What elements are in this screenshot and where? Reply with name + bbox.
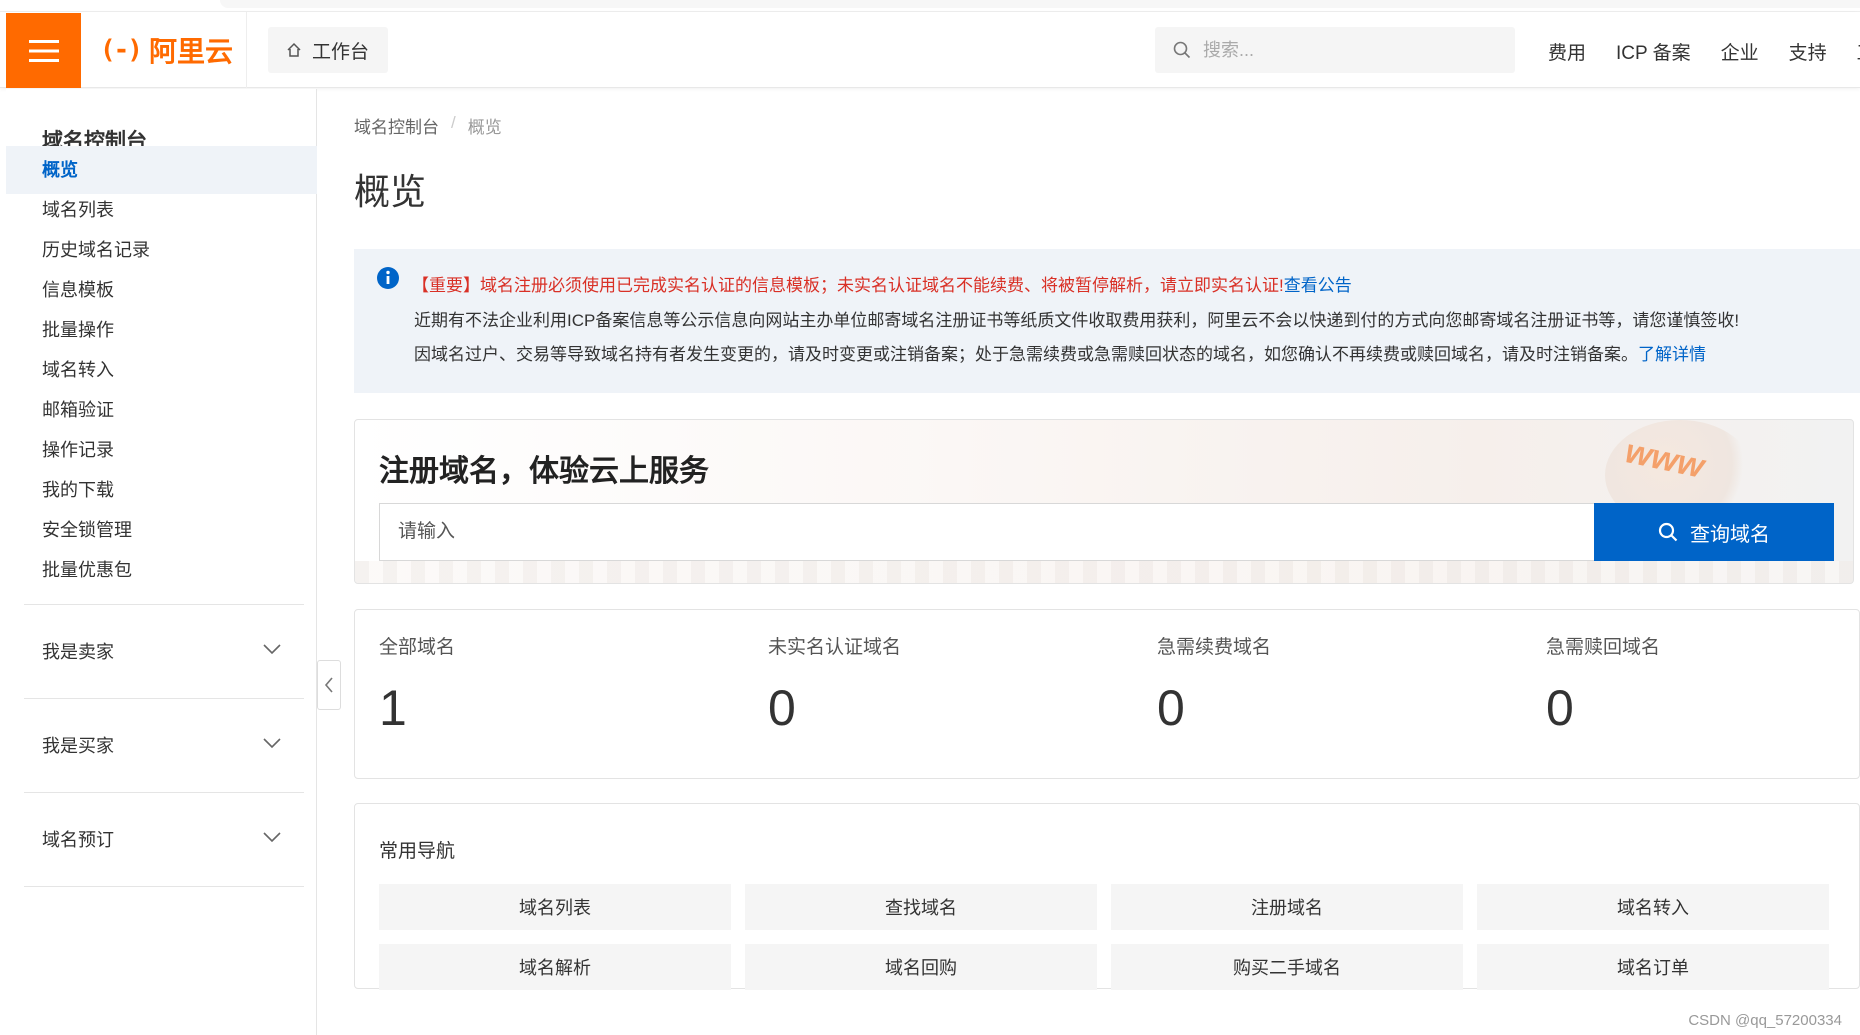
group-label-buyer: 我是买家	[42, 736, 114, 756]
important-notice: 【重要】域名注册必须使用已完成实名认证的信息模板；未实名认证域名不能续费、将被暂…	[354, 249, 1860, 393]
stat-value: 1	[379, 680, 407, 736]
search-input[interactable]	[1203, 39, 1483, 61]
breadcrumb: 域名控制台 / 概览	[354, 113, 502, 138]
group-label-reserve: 域名预订	[42, 830, 114, 850]
stat-unverified-domains[interactable]: 未实名认证域名 0	[768, 632, 1068, 737]
workbench-button[interactable]: 工作台	[268, 27, 388, 73]
query-domain-button[interactable]: 查询域名	[1594, 503, 1834, 561]
register-domain-banner: www 注册域名，体验云上服务 查询域名	[354, 419, 1854, 584]
watermark: CSDN @qq_57200334	[1688, 1012, 1842, 1029]
notice-line-icp: 因域名过户、交易等导致域名持有者发生变更的，请及时变更或注销备案；处于急需续费或…	[414, 340, 1706, 365]
global-search[interactable]	[1155, 27, 1515, 73]
sidebar-group-buyer[interactable]: 我是买家	[6, 715, 317, 775]
sidebar-divider	[24, 886, 304, 887]
top-link-fees[interactable]: 费用	[1548, 38, 1586, 65]
quick-nav-title: 常用导航	[379, 841, 456, 862]
top-header: (-) 阿里云 工作台 费用 ICP 备案 企业 支持 工	[0, 12, 1860, 88]
quick-nav-buy-used-domain[interactable]: 购买二手域名	[1111, 944, 1463, 990]
chevron-down-icon	[263, 832, 281, 843]
group-label-seller: 我是卖家	[42, 642, 114, 662]
top-link-ticket[interactable]: 工	[1857, 38, 1860, 65]
sidebar-divider	[24, 698, 304, 699]
stat-label: 急需续费域名	[1157, 637, 1272, 658]
top-link-enterprise[interactable]: 企业	[1721, 38, 1759, 65]
stat-redemption-urgent-domains[interactable]: 急需赎回域名 0	[1546, 632, 1846, 737]
browser-top-strip	[0, 0, 1860, 12]
breadcrumb-separator: /	[451, 113, 456, 132]
sidebar-collapse-button[interactable]	[317, 660, 341, 710]
main-content: 域名控制台 / 概览 概览 【重要】域名注册必须使用已完成实名认证的信息模板；未…	[354, 89, 1860, 1035]
stat-value: 0	[1157, 680, 1185, 736]
top-link-support[interactable]: 支持	[1789, 38, 1827, 65]
search-icon	[1658, 522, 1678, 542]
stat-value: 0	[1546, 680, 1574, 736]
notice-important-text: 【重要】域名注册必须使用已完成实名认证的信息模板；未实名认证域名不能续费、将被暂…	[412, 276, 1284, 295]
aliyun-logo[interactable]: (-) 阿里云	[100, 32, 233, 68]
quick-nav-find-domain[interactable]: 查找域名	[745, 884, 1097, 930]
sidebar-group-seller[interactable]: 我是卖家	[6, 621, 317, 681]
sidebar-divider	[24, 792, 304, 793]
header-divider	[246, 12, 247, 88]
query-domain-label: 查询域名	[1690, 523, 1770, 546]
sidebar-group-reserve[interactable]: 域名预订	[6, 809, 317, 869]
stat-label: 未实名认证域名	[768, 637, 902, 658]
stat-value: 0	[768, 680, 796, 736]
logo-mark: (-)	[100, 35, 143, 65]
top-link-icp[interactable]: ICP 备案	[1616, 38, 1691, 65]
sidebar-divider	[24, 604, 304, 605]
chevron-left-icon	[324, 677, 333, 693]
sidebar-item-bulk-discount[interactable]: 批量优惠包	[6, 546, 317, 594]
notice-line-mail-warning: 近期有不法企业利用ICP备案信息等公示信息向网站主办单位邮寄域名注册证书等纸质文…	[414, 311, 1740, 330]
chevron-down-icon	[263, 738, 281, 749]
view-announcement-link[interactable]: 查看公告	[1284, 276, 1352, 295]
quick-nav-domain-buyback[interactable]: 域名回购	[745, 944, 1097, 990]
workbench-label: 工作台	[312, 41, 370, 63]
quick-nav-transfer-domain[interactable]: 域名转入	[1477, 884, 1829, 930]
quick-nav-register-domain[interactable]: 注册域名	[1111, 884, 1463, 930]
stat-label: 全部域名	[379, 637, 456, 658]
sidebar: 域名控制台 概览 域名列表 历史域名记录 信息模板 批量操作 域名转入 邮箱验证…	[6, 89, 317, 1035]
home-icon	[287, 42, 301, 57]
hamburger-menu-button[interactable]	[6, 13, 81, 88]
banner-stripes	[355, 561, 1853, 583]
stat-label: 急需赎回域名	[1546, 637, 1661, 658]
top-nav-links: 费用 ICP 备案 企业 支持 工	[1548, 38, 1860, 65]
stat-all-domains[interactable]: 全部域名 1	[379, 632, 679, 737]
stat-renewal-urgent-domains[interactable]: 急需续费域名 0	[1157, 632, 1457, 737]
breadcrumb-current: 概览	[467, 118, 502, 137]
browser-tab-strip	[220, 0, 1860, 8]
page-title: 概览	[354, 171, 427, 212]
menu-icon	[28, 39, 59, 62]
logo-text: 阿里云	[148, 36, 233, 67]
register-heading: 注册域名，体验云上服务	[379, 455, 709, 488]
learn-more-link[interactable]: 了解详情	[1638, 345, 1706, 364]
info-icon	[377, 267, 399, 289]
domain-stats-card: 全部域名 1 未实名认证域名 0 急需续费域名 0 急需赎回域名 0	[354, 609, 1860, 779]
quick-nav-domain-orders[interactable]: 域名订单	[1477, 944, 1829, 990]
quick-nav-domain-list[interactable]: 域名列表	[379, 884, 731, 930]
chevron-down-icon	[263, 644, 281, 655]
domain-query-input[interactable]	[379, 503, 1597, 561]
search-icon	[1173, 41, 1191, 59]
quick-navigation-card: 常用导航 域名列表 查找域名 注册域名 域名转入 域名解析 域名回购 购买二手域…	[354, 803, 1860, 990]
quick-nav-domain-dns[interactable]: 域名解析	[379, 944, 731, 990]
notice-line-important: 【重要】域名注册必须使用已完成实名认证的信息模板；未实名认证域名不能续费、将被暂…	[412, 271, 1352, 296]
notice-icp-text: 因域名过户、交易等导致域名持有者发生变更的，请及时变更或注销备案；处于急需续费或…	[414, 345, 1638, 364]
breadcrumb-root[interactable]: 域名控制台	[354, 113, 439, 138]
